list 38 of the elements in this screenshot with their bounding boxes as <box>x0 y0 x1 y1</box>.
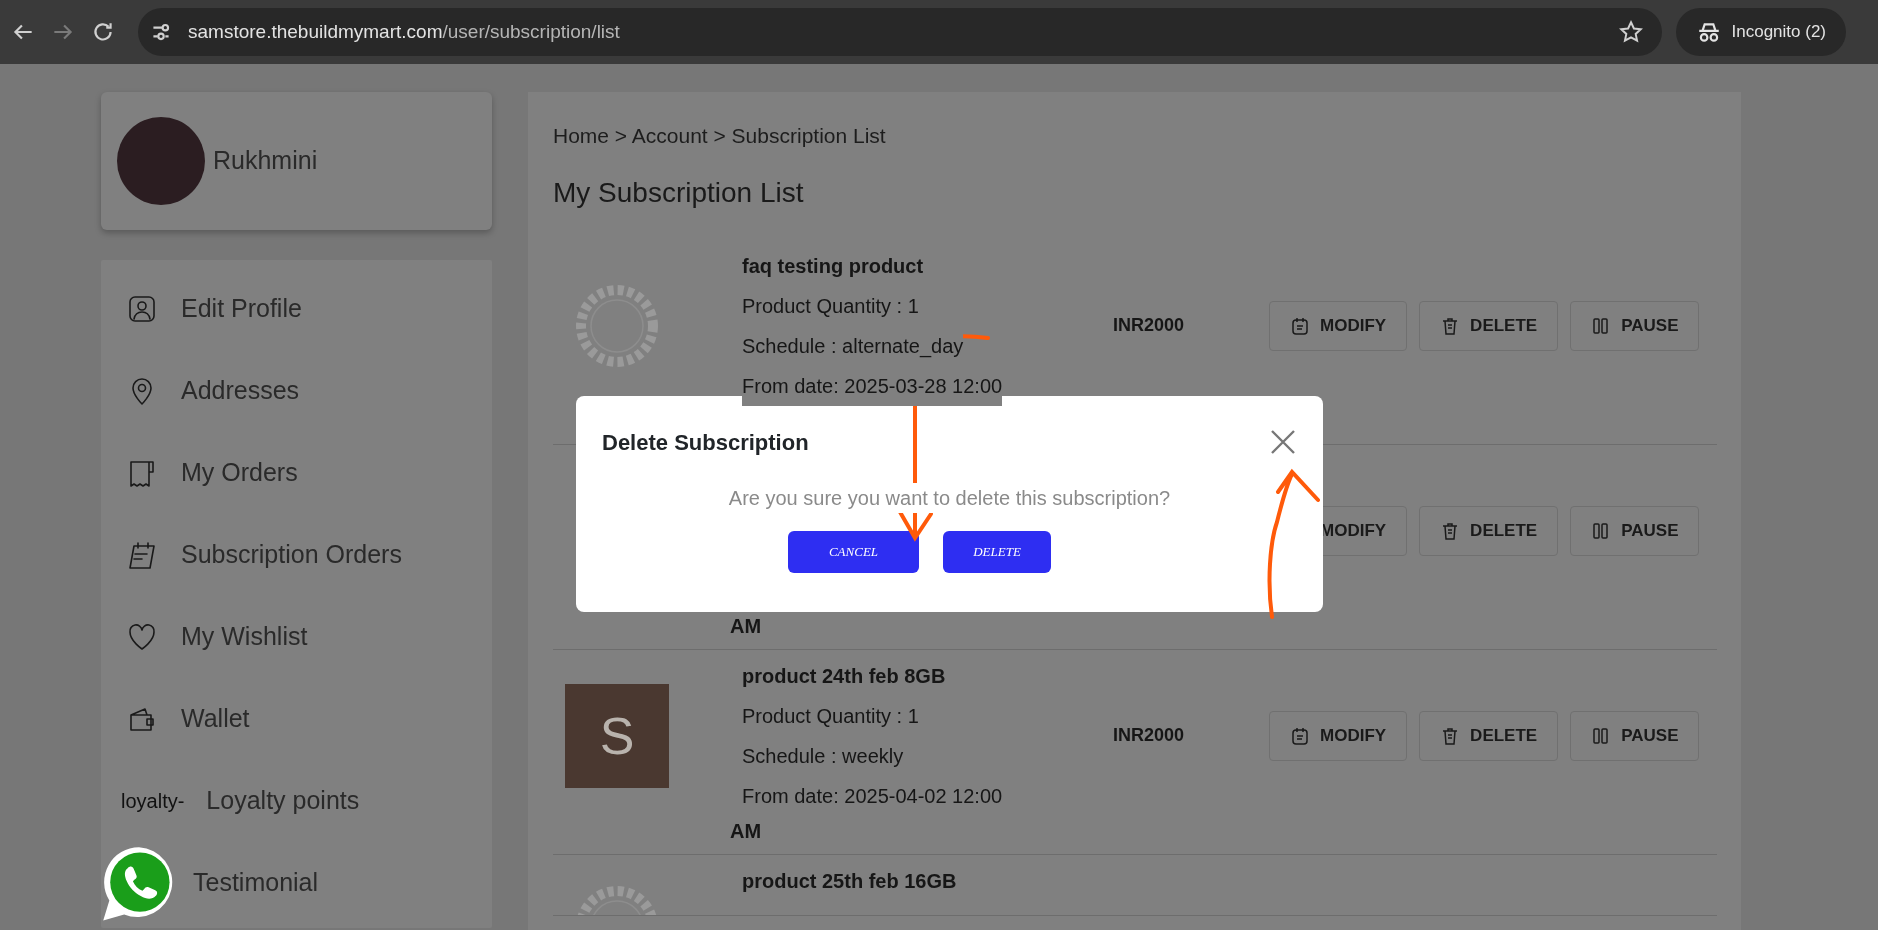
action-button[interactable]: PAUSE <box>1570 505 1700 556</box>
from-date-text: From date: 2025-03-28 12:00 <box>742 365 1003 406</box>
bookmark-star-icon[interactable] <box>1617 19 1644 45</box>
price-text: INR2000 <box>1113 725 1185 745</box>
action-button[interactable]: MODIFY <box>1269 300 1408 351</box>
profile-label: Incognito (2) <box>1731 21 1826 44</box>
close-icon[interactable] <box>1269 428 1297 456</box>
action-button[interactable]: PAUSE <box>1570 710 1700 761</box>
sidebar-item[interactable]: My Orders <box>181 454 298 492</box>
calendar-icon <box>1290 315 1310 336</box>
action-button[interactable]: DELETE <box>1419 505 1559 556</box>
action-button[interactable]: MODIFY <box>1269 710 1408 761</box>
address-bar[interactable]: samstore.thebuildmymart.com/user/subscription/list <box>138 8 1662 56</box>
broken-image-alt-text: loyalty- <box>121 789 185 814</box>
sidebar-item[interactable]: Loyalty points <box>206 782 360 820</box>
from-date-text: AM <box>730 614 762 637</box>
action-button[interactable]: PAUSE <box>1570 300 1700 351</box>
price-text: INR2000 <box>1113 315 1185 335</box>
action-button[interactable]: DELETE <box>1419 710 1559 761</box>
calendar-icon <box>1290 725 1310 746</box>
page-heading: My Subscription List <box>553 175 805 210</box>
product-image: S <box>565 683 669 788</box>
sidebar-item[interactable]: My Wishlist <box>181 618 308 656</box>
dialog-message: Are you sure you want to delete this subscription? <box>728 483 1171 513</box>
cancel-button[interactable]: CANCEL <box>788 531 919 573</box>
url-text: samstore.thebuildmymart.com/user/subscription/list <box>188 19 620 44</box>
sidebar-item[interactable]: Addresses <box>181 372 300 410</box>
action-button[interactable]: DELETE <box>1419 300 1559 351</box>
breadcrumb: Home > Account > Subscription List <box>553 123 887 149</box>
sidebar-item[interactable]: Wallet <box>181 700 250 738</box>
from-date-text: AM <box>730 819 762 842</box>
dialog-title: Delete Subscription <box>602 429 809 457</box>
user-name: Rukhmini <box>213 145 318 177</box>
delete-button[interactable]: DELETE <box>943 531 1051 573</box>
sidebar-item[interactable]: Testimonial <box>193 864 319 902</box>
sidebar-item[interactable]: Edit Profile <box>181 290 302 328</box>
sidebar-item[interactable]: Subscription Orders <box>181 536 402 574</box>
incognito-indicator[interactable]: Incognito (2) <box>1675 8 1846 56</box>
